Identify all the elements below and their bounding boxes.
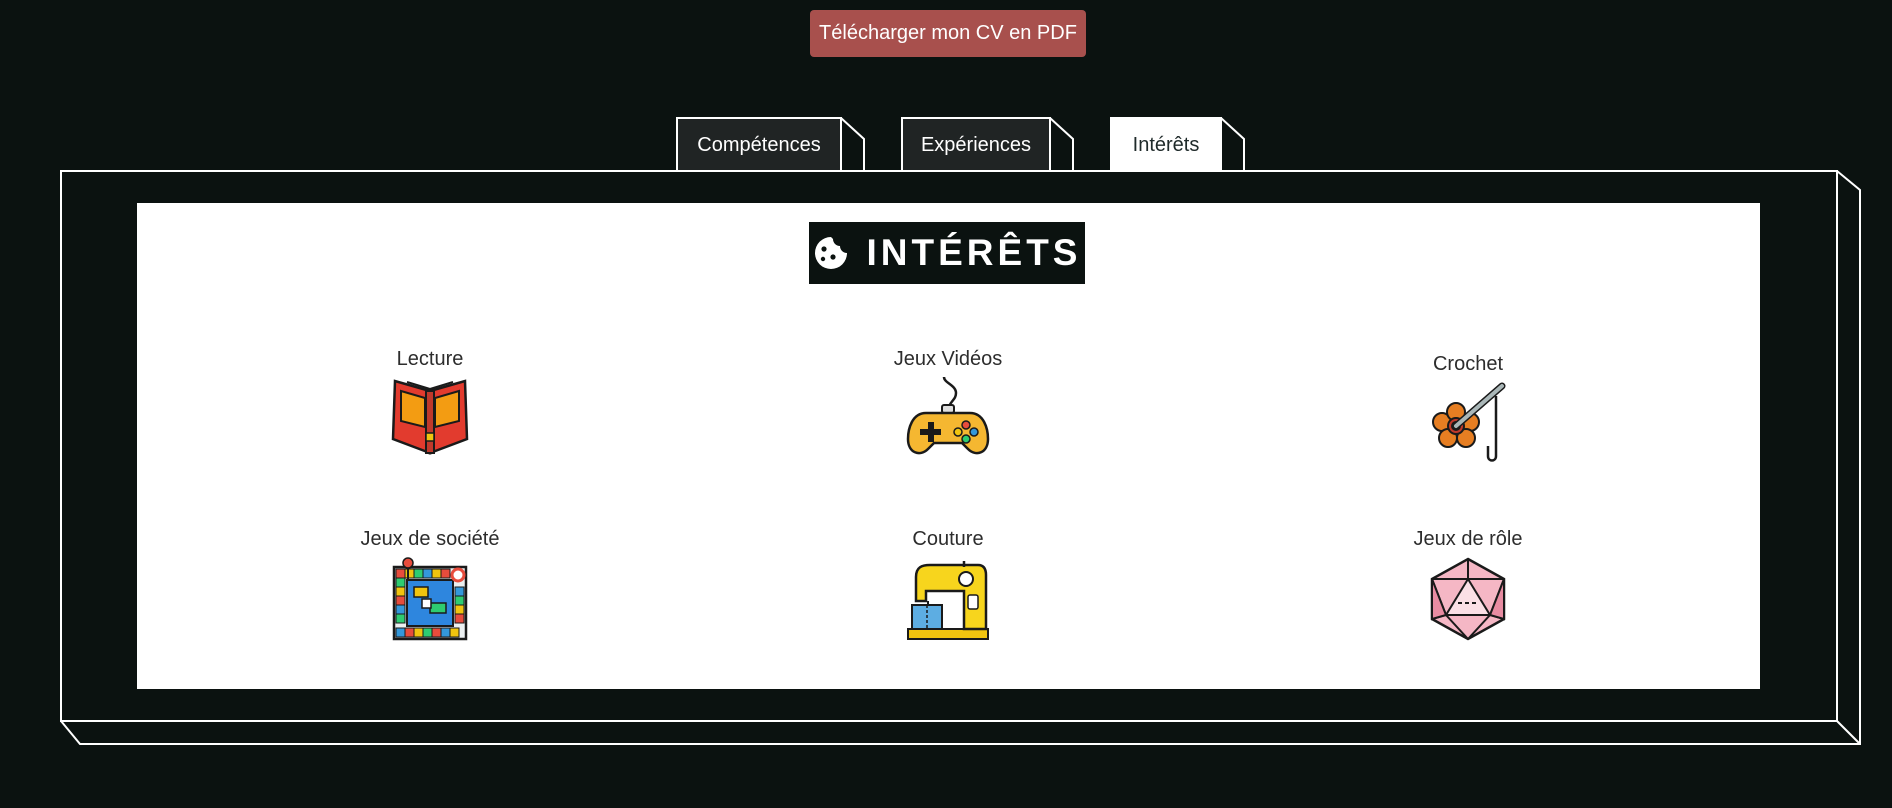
- gamepad-icon: [906, 377, 990, 455]
- interest-item-crochet: Crochet: [1358, 353, 1578, 464]
- cookie-icon: [814, 237, 847, 269]
- interest-item-jeux-videos: Jeux Vidéos: [838, 348, 1058, 459]
- interests-panel: INTÉRÊTS Lecture Jeux Vidéos Crochet Jeu…: [137, 203, 1760, 689]
- section-title: INTÉRÊTS: [809, 222, 1085, 284]
- interest-item-couture: Couture: [838, 528, 1058, 641]
- interest-label: Jeux Vidéos: [893, 348, 1003, 370]
- interest-item-lecture: Lecture: [320, 348, 540, 457]
- interest-label: Lecture: [396, 348, 464, 370]
- crochet-icon: [1432, 382, 1506, 462]
- interest-item-jeux-de-role: Jeux de rôle: [1358, 528, 1578, 641]
- board-game-icon: [392, 557, 468, 641]
- interest-label: Couture: [912, 528, 984, 550]
- interest-label: Jeux de rôle: [1413, 528, 1523, 550]
- sewing-machine-icon: [907, 561, 989, 640]
- book-icon: [391, 379, 469, 455]
- section-title-text: INTÉRÊTS: [866, 232, 1082, 273]
- interest-item-jeux-de-societe: Jeux de société: [320, 528, 540, 641]
- interest-label: Jeux de société: [360, 528, 500, 550]
- d20-dice-icon: [1430, 557, 1506, 641]
- interest-label: Crochet: [1432, 353, 1504, 375]
